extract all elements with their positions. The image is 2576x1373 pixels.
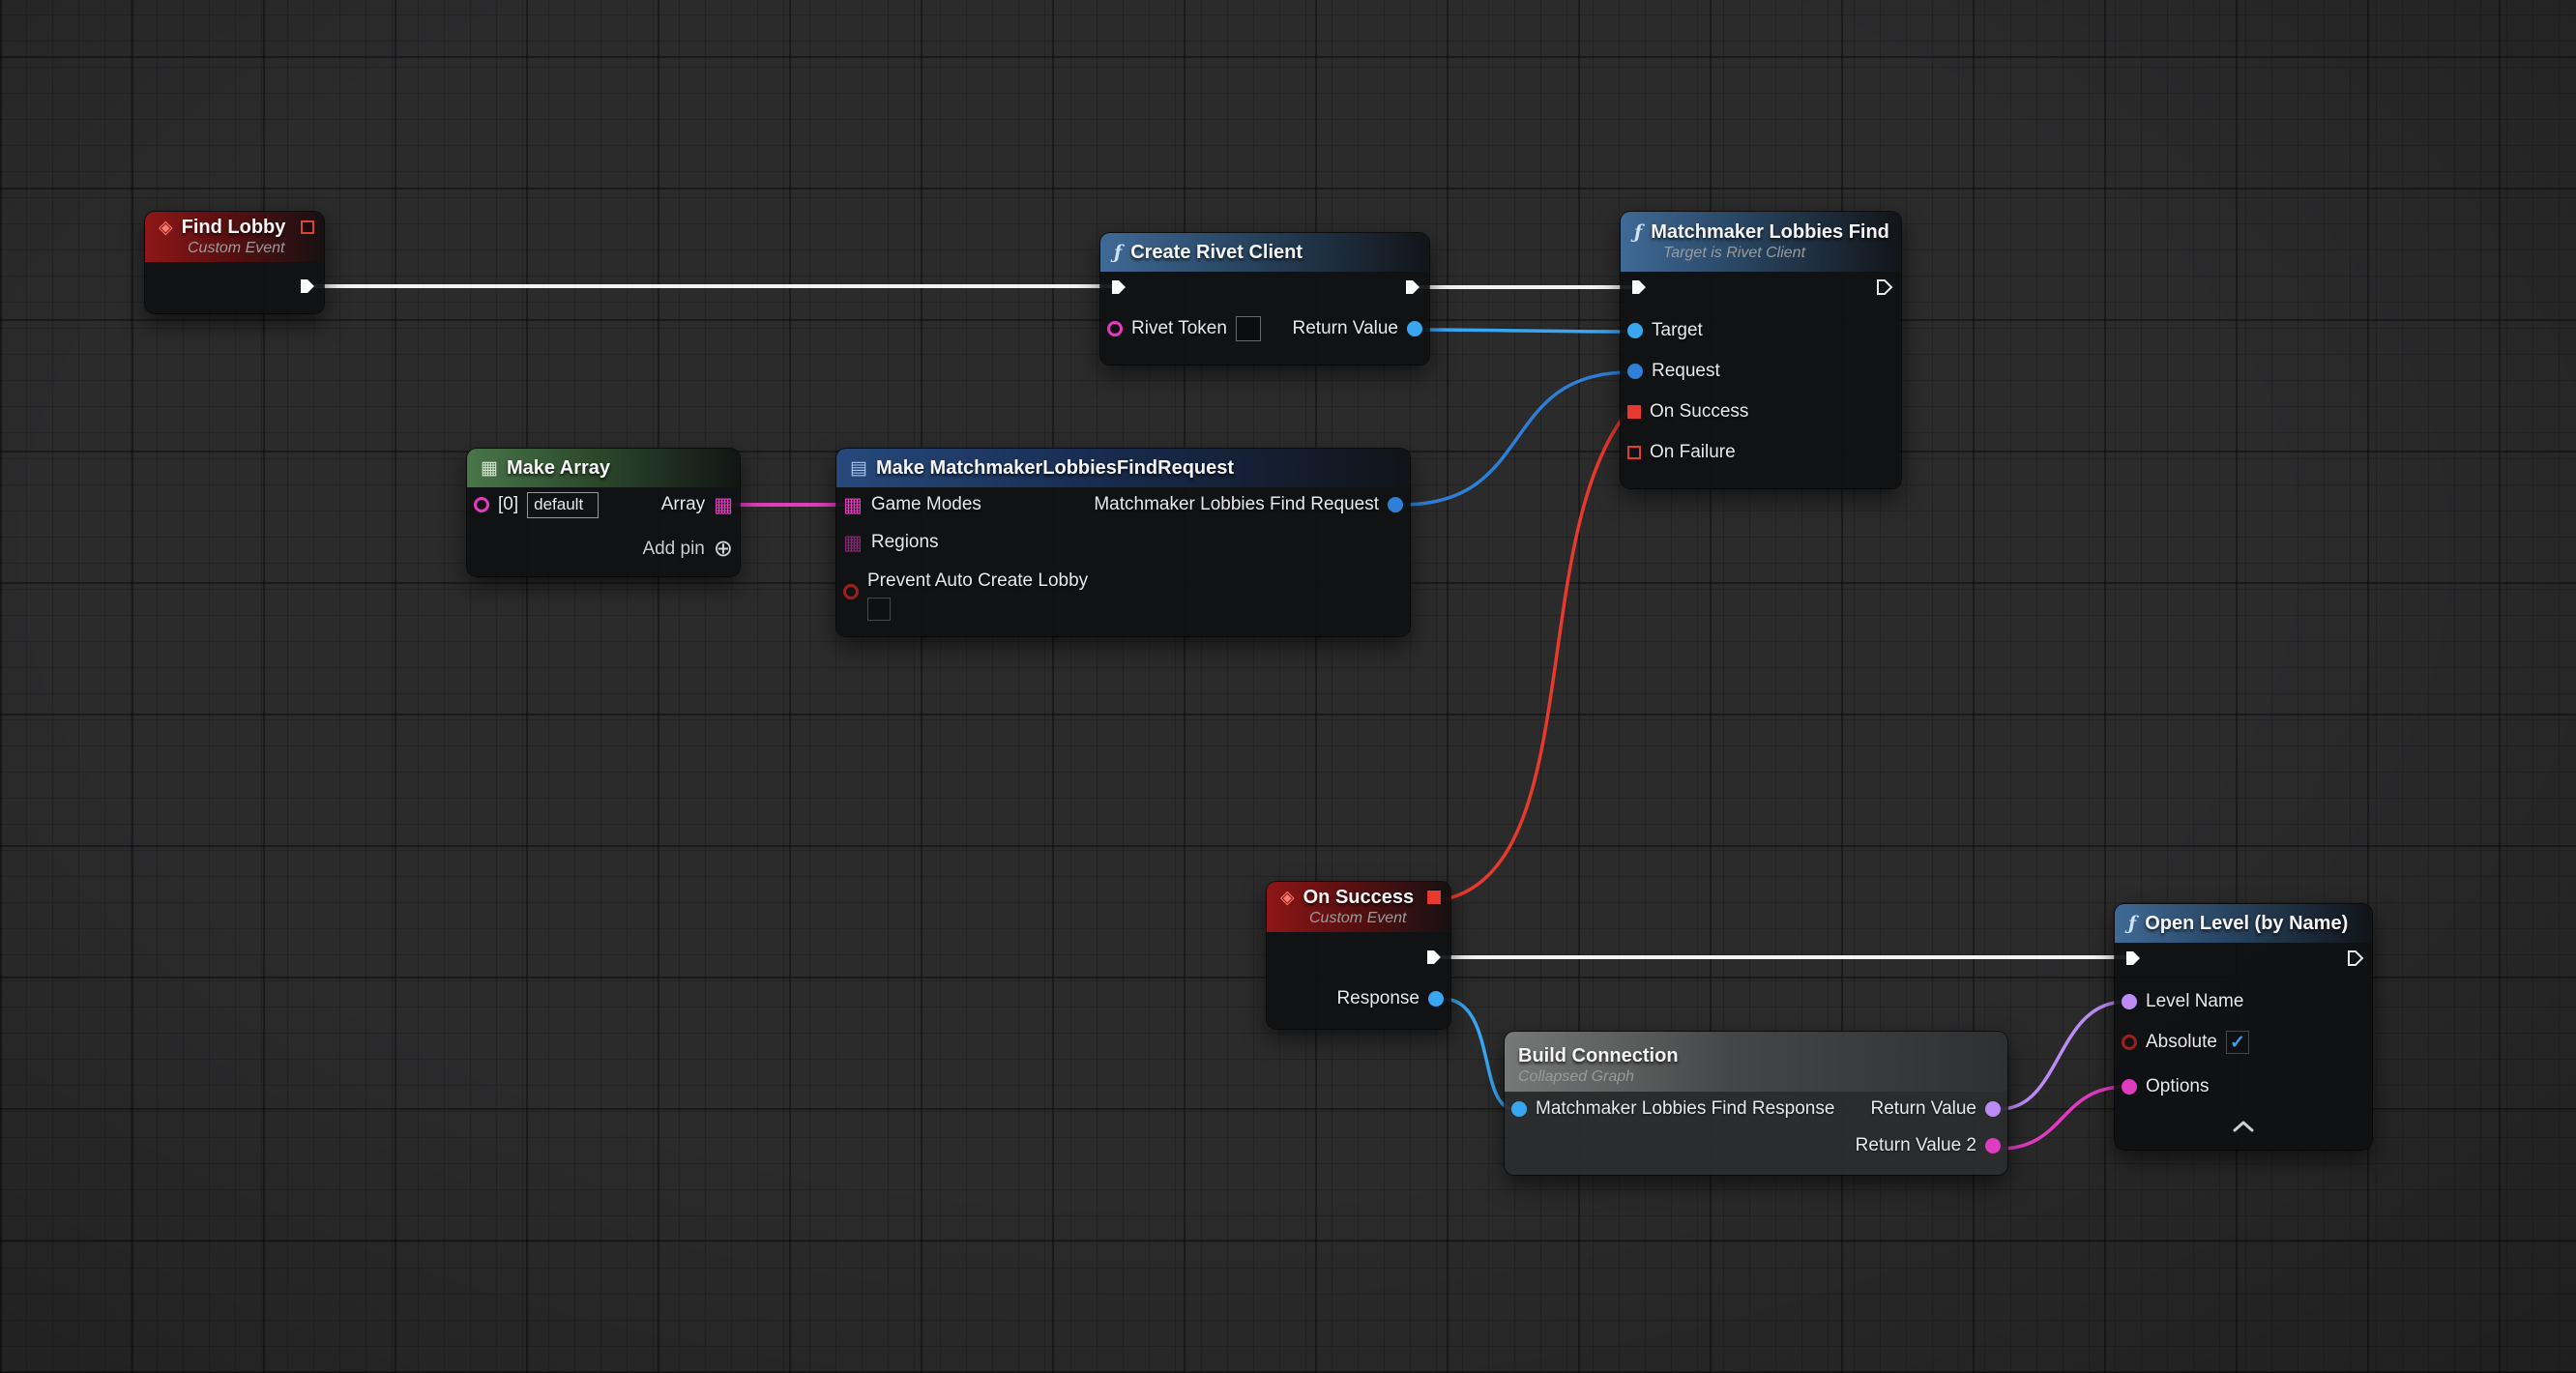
absolute-pin[interactable] bbox=[2122, 1035, 2137, 1050]
request-output-pin[interactable] bbox=[1388, 497, 1403, 512]
wire-on-success-delegate[interactable] bbox=[1441, 413, 1626, 900]
node-title: Make MatchmakerLobbiesFindRequest bbox=[876, 457, 1234, 480]
wire-return-value-2-to-options[interactable] bbox=[2000, 1087, 2125, 1149]
node-make-matchmaker-lobbies-find-request[interactable]: ▤ Make MatchmakerLobbiesFindRequest ▦ Ga… bbox=[836, 449, 1410, 636]
exec-input-pin[interactable] bbox=[1627, 277, 1649, 298]
exec-output-pin[interactable] bbox=[1422, 947, 1444, 968]
on-failure-delegate-pin[interactable] bbox=[1627, 446, 1641, 459]
prevent-auto-create-lobby-pin[interactable] bbox=[843, 584, 859, 599]
function-icon: ƒ bbox=[1634, 223, 1642, 242]
return-value-2-pin[interactable] bbox=[1985, 1138, 2001, 1154]
matchmaker-lobbies-find-response-pin[interactable] bbox=[1511, 1101, 1527, 1117]
pin-label: Absolute bbox=[2146, 1032, 2217, 1053]
array-element-0-pin[interactable] bbox=[474, 497, 489, 512]
node-title: Open Level (by Name) bbox=[2145, 913, 2348, 935]
exec-input-pin[interactable] bbox=[2122, 948, 2143, 969]
node-open-level-by-name[interactable]: ƒ Open Level (by Name) bbox=[2115, 904, 2372, 1150]
pin-label: Return Value 2 bbox=[1856, 1135, 1976, 1156]
pin-label: On Success bbox=[1650, 401, 1748, 423]
wire-request-to-matchmaker[interactable] bbox=[1402, 372, 1630, 505]
on-success-delegate-pin[interactable] bbox=[1627, 405, 1641, 419]
chevron-up-icon bbox=[2230, 1119, 2257, 1134]
response-pin[interactable] bbox=[1428, 991, 1444, 1007]
array-element-0-input[interactable] bbox=[527, 492, 599, 518]
pin-label: Matchmaker Lobbies Find Response bbox=[1536, 1098, 1834, 1120]
node-header[interactable]: ◈ On Success Custom Event bbox=[1267, 882, 1450, 932]
wire-return-value-to-level-name[interactable] bbox=[2000, 1002, 2125, 1109]
pin-label: [0] bbox=[498, 494, 518, 515]
node-subtitle: Collapsed Graph bbox=[1518, 1068, 1634, 1086]
node-title: Make Array bbox=[507, 457, 610, 480]
game-modes-pin[interactable]: ▦ bbox=[843, 495, 863, 515]
array-output-pin[interactable]: ▦ bbox=[714, 495, 733, 515]
wire-response-to-build-connection[interactable] bbox=[1443, 999, 1514, 1109]
exec-output-pin[interactable] bbox=[296, 276, 317, 297]
pin-label: Options bbox=[2146, 1076, 2209, 1097]
node-title: Find Lobby bbox=[182, 217, 286, 239]
level-name-pin[interactable] bbox=[2122, 994, 2137, 1009]
exec-output-pin[interactable] bbox=[1873, 277, 1894, 298]
pin-label: On Failure bbox=[1650, 442, 1736, 463]
node-matchmaker-lobbies-find[interactable]: ƒ Matchmaker Lobbies Find Target is Rive… bbox=[1621, 212, 1901, 488]
rivet-token-input[interactable] bbox=[1236, 316, 1261, 341]
pin-label: Return Value bbox=[1871, 1098, 1977, 1120]
node-header[interactable]: ▦ Make Array bbox=[467, 449, 740, 487]
custom-event-icon: ◈ bbox=[1280, 889, 1295, 907]
function-icon: ƒ bbox=[2128, 915, 2136, 933]
node-find-lobby[interactable]: ◈ Find Lobby Custom Event bbox=[145, 212, 324, 313]
pin-label: Rivet Token bbox=[1131, 318, 1227, 339]
function-icon: ƒ bbox=[1114, 244, 1122, 262]
add-pin-icon: ⊕ bbox=[714, 538, 733, 561]
request-pin[interactable] bbox=[1627, 364, 1643, 379]
node-title: Matchmaker Lobbies Find bbox=[1651, 221, 1889, 244]
regions-pin[interactable]: ▦ bbox=[843, 533, 863, 553]
node-header[interactable]: ◈ Find Lobby Custom Event bbox=[145, 212, 324, 262]
pin-label: Level Name bbox=[2146, 991, 2243, 1012]
node-create-rivet-client[interactable]: ƒ Create Rivet Client bbox=[1100, 233, 1429, 365]
node-on-success-event[interactable]: ◈ On Success Custom Event Response bbox=[1267, 882, 1450, 1029]
node-header[interactable]: ƒ Open Level (by Name) bbox=[2115, 904, 2372, 943]
delegate-output-pin[interactable] bbox=[1427, 891, 1441, 904]
exec-input-pin[interactable] bbox=[1107, 277, 1128, 298]
return-value-pin[interactable] bbox=[1985, 1101, 2001, 1117]
delegate-output-pin[interactable] bbox=[301, 220, 314, 234]
add-pin-label: Add pin bbox=[642, 539, 704, 560]
wire-return-value-to-target[interactable] bbox=[1420, 330, 1630, 332]
node-subtitle: Custom Event bbox=[1280, 910, 1437, 927]
rivet-token-pin[interactable] bbox=[1107, 321, 1123, 336]
node-subtitle: Custom Event bbox=[159, 240, 310, 257]
return-value-pin[interactable] bbox=[1407, 321, 1422, 336]
node-title: On Success bbox=[1303, 887, 1415, 909]
options-pin[interactable] bbox=[2122, 1079, 2137, 1095]
pin-label: Prevent Auto Create Lobby bbox=[867, 570, 1088, 592]
pin-label: Request bbox=[1652, 361, 1720, 382]
blueprint-graph-canvas[interactable]: ◈ Find Lobby Custom Event ƒ Create Rivet… bbox=[0, 0, 2576, 1373]
pin-label: Response bbox=[1336, 988, 1420, 1009]
pin-label: Array bbox=[661, 494, 705, 515]
node-header[interactable]: ƒ Create Rivet Client bbox=[1100, 233, 1429, 272]
pin-label: Game Modes bbox=[871, 494, 981, 515]
exec-output-pin[interactable] bbox=[2344, 948, 2365, 969]
prevent-auto-create-lobby-checkbox[interactable] bbox=[867, 598, 891, 621]
node-title: Build Connection bbox=[1518, 1045, 1679, 1067]
node-build-connection[interactable]: Build Connection Collapsed Graph Matchma… bbox=[1505, 1032, 2007, 1175]
node-header[interactable]: ▤ Make MatchmakerLobbiesFindRequest bbox=[836, 449, 1410, 487]
exec-output-pin[interactable] bbox=[1401, 277, 1422, 298]
node-title: Create Rivet Client bbox=[1130, 242, 1303, 264]
struct-icon: ▤ bbox=[850, 459, 867, 478]
custom-event-icon: ◈ bbox=[159, 219, 173, 237]
collapse-pins-button[interactable] bbox=[2115, 1111, 2372, 1142]
node-make-array[interactable]: ▦ Make Array [0] Array ▦ Add pin bbox=[467, 449, 740, 576]
pin-label: Regions bbox=[871, 532, 939, 553]
pin-label: Matchmaker Lobbies Find Request bbox=[1094, 494, 1379, 515]
array-icon: ▦ bbox=[481, 459, 498, 478]
absolute-checkbox[interactable]: ✓ bbox=[2226, 1031, 2249, 1054]
pin-label: Target bbox=[1652, 320, 1703, 341]
add-pin-button[interactable]: Add pin ⊕ bbox=[642, 538, 740, 561]
pin-label: Return Value bbox=[1293, 318, 1399, 339]
node-header[interactable]: Build Connection Collapsed Graph bbox=[1505, 1032, 2007, 1092]
node-header[interactable]: ƒ Matchmaker Lobbies Find Target is Rive… bbox=[1621, 212, 1901, 272]
target-pin[interactable] bbox=[1627, 323, 1643, 338]
node-subtitle: Target is Rivet Client bbox=[1634, 245, 1888, 262]
